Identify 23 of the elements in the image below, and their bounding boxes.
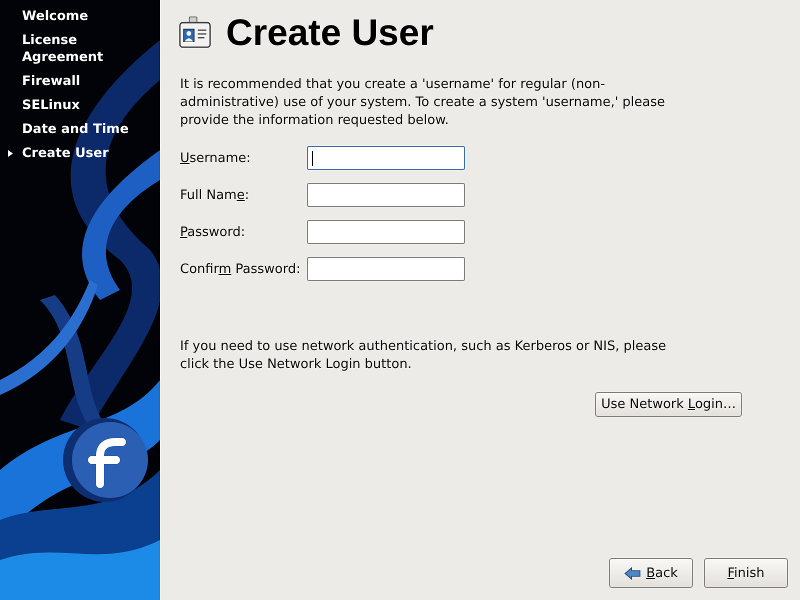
sidebar-item[interactable]: Welcome: [22, 8, 88, 25]
input-field[interactable]: [307, 220, 465, 244]
field-label: Username:: [180, 150, 252, 166]
logo-icon: [70, 420, 150, 500]
page-title: Create User: [226, 12, 434, 54]
back-arrow-icon: [624, 566, 642, 580]
network-note: If you need to use network authentication, such as Kerberos or NIS, please click the Use Network Login button.: [180, 338, 668, 374]
sidebar-item[interactable]: SELinux: [22, 97, 80, 114]
input-field[interactable]: [307, 257, 465, 281]
field-label: Full Name:: [180, 188, 250, 202]
input-field[interactable]: [307, 146, 465, 170]
finish-button[interactable]: Finish: [704, 558, 788, 588]
field-label: Confirm Password:: [180, 262, 302, 276]
sidebar-item[interactable]: Create User: [22, 145, 109, 162]
id-card-icon: [178, 16, 212, 50]
network-login-button[interactable]: Use Network Login…: [595, 392, 742, 417]
field-label: Password:: [180, 224, 246, 240]
back-button[interactable]: Back: [609, 558, 693, 588]
sidebar-item[interactable]: License Agreement: [22, 32, 156, 66]
sidebar-item[interactable]: Date and Time: [22, 121, 129, 138]
intro-text: It is recommended that you create a 'username' for regular (non-administrative) use of your system. To create a system 'username,' please provide the information requested below.: [180, 76, 666, 130]
sidebar-item[interactable]: Firewall: [22, 73, 80, 90]
input-field[interactable]: [307, 183, 465, 207]
